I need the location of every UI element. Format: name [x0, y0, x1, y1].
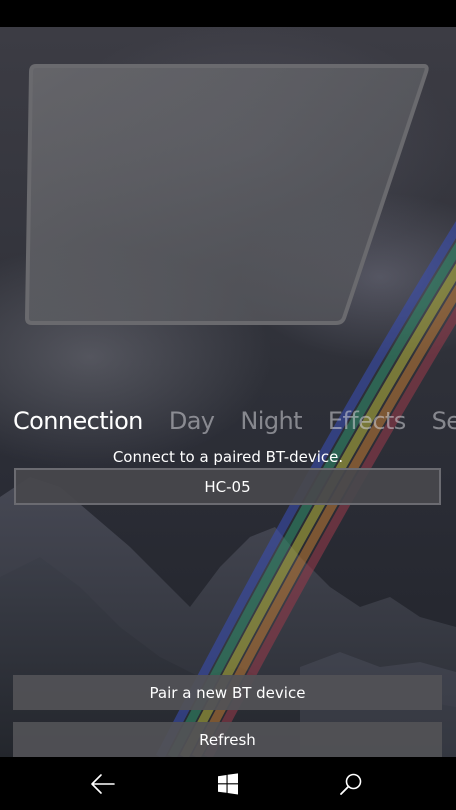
- back-button[interactable]: [63, 757, 143, 810]
- tab-day[interactable]: Day: [169, 403, 215, 439]
- color-preview-panel: [24, 64, 429, 325]
- pair-device-button[interactable]: Pair a new BT device: [13, 675, 442, 710]
- device-dropdown-value: HC-05: [204, 477, 251, 496]
- tab-settings-partial[interactable]: Se: [432, 403, 456, 439]
- back-arrow-icon: [91, 773, 115, 794]
- pivot-tabs: Connection Day Night Effects Se: [13, 403, 456, 439]
- tab-effects[interactable]: Effects: [328, 403, 406, 439]
- phone-screen: Connection Day Night Effects Se Connect to a…: [0, 0, 456, 810]
- pair-device-label: Pair a new BT device: [149, 683, 306, 702]
- navigation-bar: [0, 757, 456, 810]
- tab-connection[interactable]: Connection: [13, 403, 143, 439]
- start-button[interactable]: [188, 757, 268, 810]
- connect-prompt: Connect to a paired BT-device.: [112, 448, 344, 466]
- device-dropdown[interactable]: HC-05: [14, 468, 441, 505]
- refresh-button[interactable]: Refresh: [13, 722, 442, 757]
- search-button[interactable]: [311, 757, 391, 810]
- tab-night[interactable]: Night: [240, 403, 302, 439]
- search-icon: [340, 773, 362, 795]
- refresh-label: Refresh: [199, 730, 256, 749]
- windows-logo-icon: [218, 772, 238, 794]
